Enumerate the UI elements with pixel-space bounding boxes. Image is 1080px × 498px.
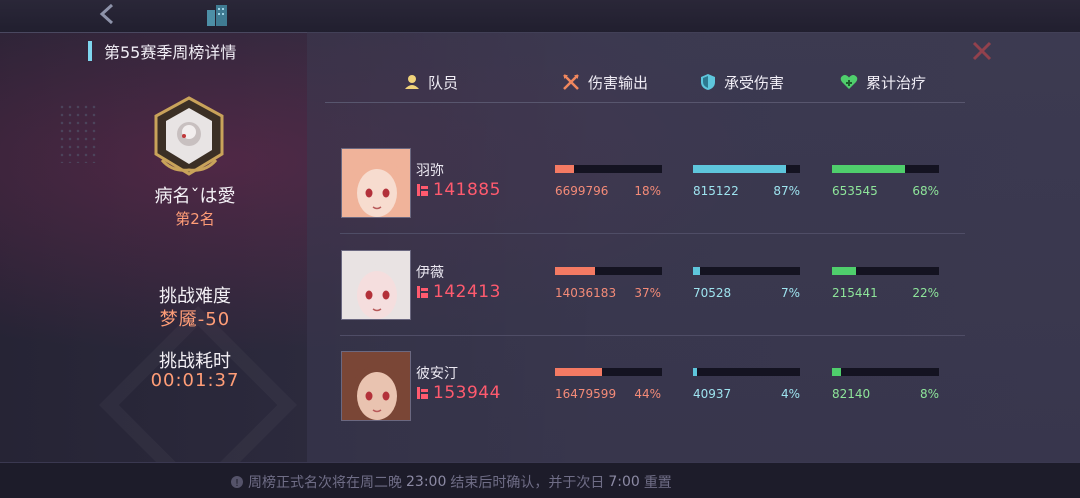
- heal-bar: [832, 165, 939, 173]
- damage-percent: 37%: [634, 286, 661, 300]
- damage-bar: [555, 165, 662, 173]
- damage-percent: 18%: [634, 184, 661, 198]
- header-member: 队员: [404, 70, 458, 94]
- damage-value: 14036183: [555, 286, 617, 300]
- member-power: 142413: [416, 282, 501, 302]
- member-power: 141885: [416, 180, 501, 200]
- member-icon: [405, 75, 419, 89]
- title-accent: [88, 41, 92, 61]
- header-divider: [325, 102, 965, 103]
- heal-percent: 8%: [919, 387, 939, 401]
- header-damage: 伤害输出: [562, 70, 648, 94]
- header-heal: 累计治疗: [840, 70, 926, 94]
- crossed-swords-icon: [563, 74, 579, 90]
- back-chevron-icon[interactable]: [96, 2, 120, 26]
- damage-bar: [555, 267, 662, 275]
- member-name: 彼安汀: [416, 366, 458, 382]
- row-divider: [340, 335, 965, 336]
- damage-percent: 44%: [634, 387, 661, 401]
- taken-value: 40937: [693, 387, 732, 401]
- panel-title: 第55赛季周榜详情: [104, 43, 237, 62]
- building-icon[interactable]: [204, 2, 230, 28]
- heal-bar: [832, 267, 939, 275]
- taken-percent: 4%: [780, 387, 800, 401]
- header-taken: 承受伤害: [700, 70, 784, 94]
- taken-percent: 7%: [780, 286, 800, 300]
- member-portrait[interactable]: [341, 351, 411, 421]
- decor-dots: [58, 103, 98, 163]
- power-fist-icon: [417, 286, 428, 298]
- player-emblem: [152, 96, 226, 176]
- row-divider: [340, 233, 965, 234]
- taken-value: 70528: [693, 286, 732, 300]
- heal-percent: 22%: [912, 286, 939, 300]
- difficulty-value: 梦魇-50: [159, 309, 231, 330]
- power-fist-icon: [417, 184, 428, 196]
- svg-text:!: !: [235, 478, 239, 489]
- footer-notice: ! 周榜正式名次将在周二晚 23:00 结束后时确认，并于次日 7:00 重置: [230, 472, 672, 492]
- heal-percent: 68%: [912, 184, 939, 198]
- member-name: 伊薇: [416, 265, 444, 281]
- heal-bar: [832, 368, 939, 376]
- taken-bar: [693, 267, 800, 275]
- taken-percent: 87%: [773, 184, 800, 198]
- member-power: 153944: [416, 383, 501, 403]
- info-icon: !: [231, 476, 243, 489]
- heal-value: 82140: [832, 387, 871, 401]
- member-name: 羽弥: [416, 163, 444, 179]
- player-name: 病名ˇは愛: [154, 186, 236, 207]
- member-portrait[interactable]: [341, 148, 411, 218]
- damage-value: 16479599: [555, 387, 617, 401]
- shield-icon: [701, 74, 715, 90]
- taken-bar: [693, 368, 800, 376]
- damage-value: 6699796: [555, 184, 609, 198]
- footer-bar: ! 周榜正式名次将在周二晚 23:00 结束后时确认，并于次日 7:00 重置: [0, 462, 1080, 498]
- member-portrait[interactable]: [341, 250, 411, 320]
- heal-value: 215441: [832, 286, 878, 300]
- heart-icon: [840, 75, 858, 89]
- top-strip: [0, 0, 1080, 32]
- taken-bar: [693, 165, 800, 173]
- heal-value: 653545: [832, 184, 878, 198]
- taken-value: 815122: [693, 184, 739, 198]
- player-rank: 第2名: [175, 210, 215, 228]
- power-fist-icon: [417, 387, 428, 399]
- time-value: 00:01:37: [150, 370, 240, 391]
- damage-bar: [555, 368, 662, 376]
